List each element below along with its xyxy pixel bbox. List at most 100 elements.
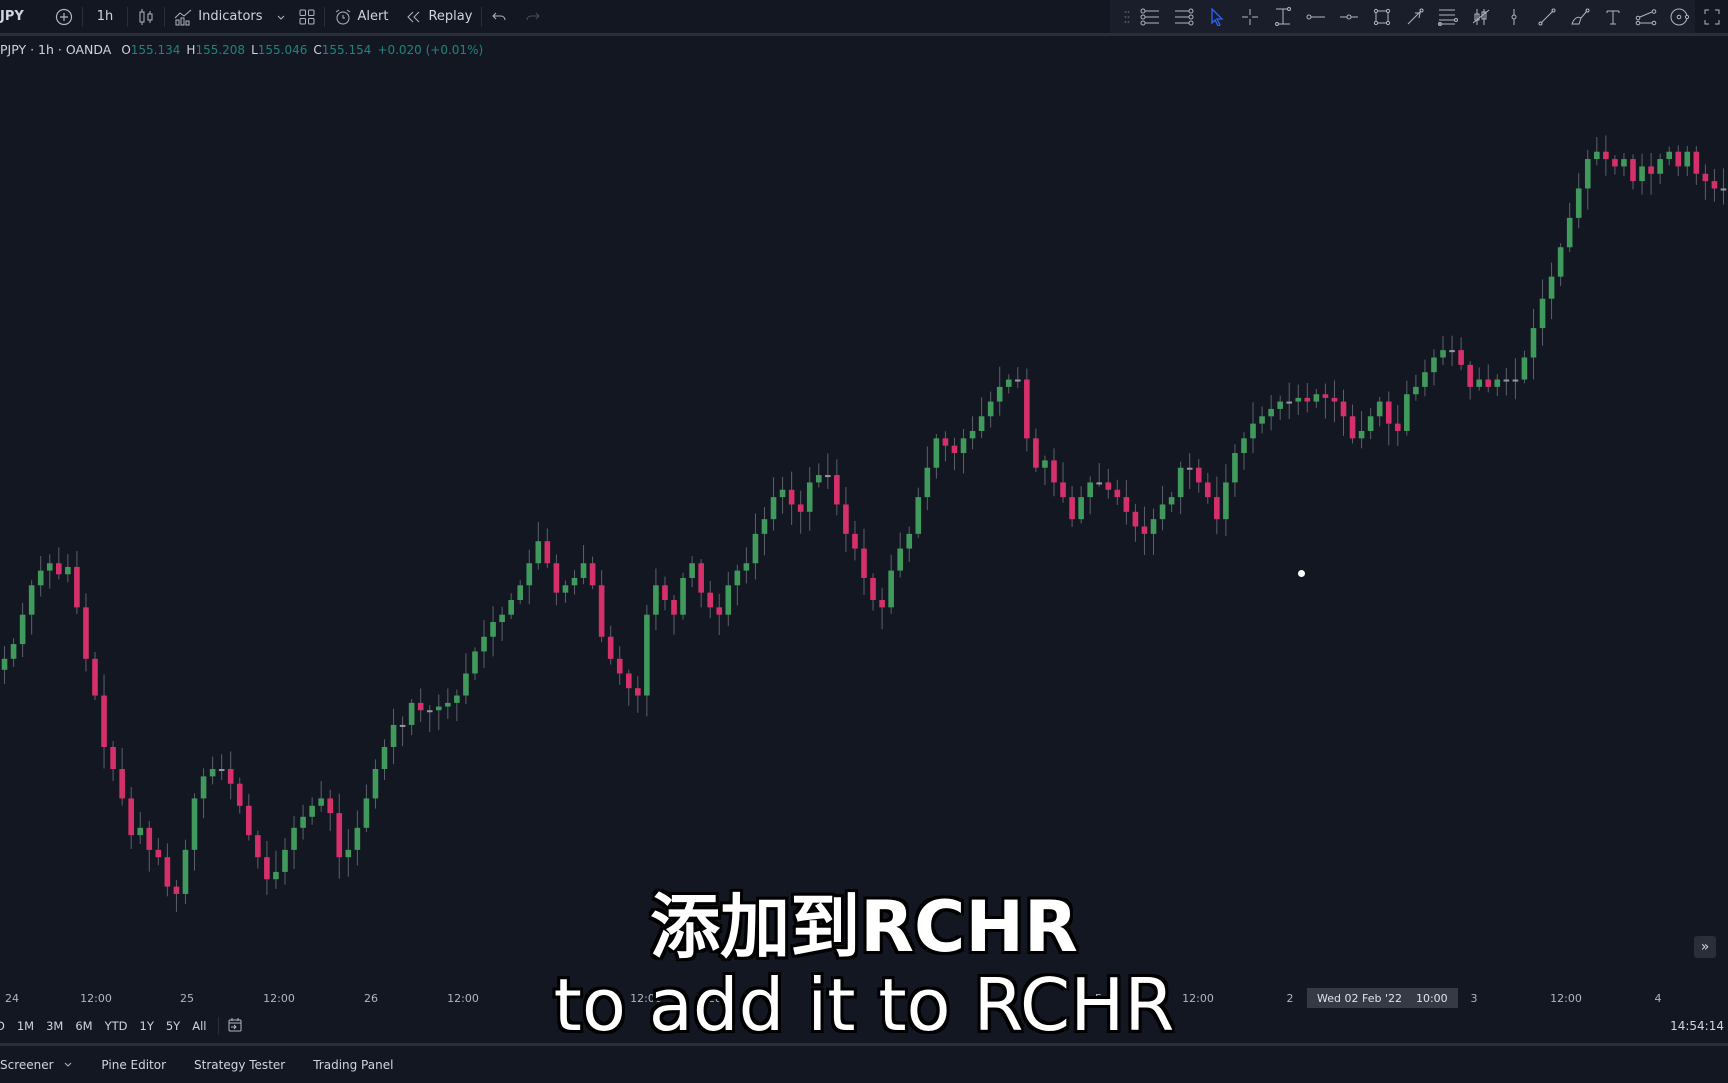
candle-body xyxy=(10,644,17,659)
candle-body xyxy=(1168,497,1175,505)
short-position-icon[interactable] xyxy=(1167,0,1200,33)
tab-trading-panel[interactable]: Trading Panel xyxy=(299,1058,407,1072)
candle-body xyxy=(1159,504,1166,520)
indicators-dropdown[interactable] xyxy=(272,0,290,33)
crosshair-icon[interactable] xyxy=(1233,0,1266,33)
compare-symbol-button[interactable] xyxy=(33,0,82,33)
candle-body xyxy=(779,489,786,498)
candle-body xyxy=(1277,401,1283,409)
candle-body xyxy=(273,871,279,880)
candle-body xyxy=(155,849,162,858)
indicators-button[interactable]: Indicators xyxy=(165,0,271,33)
candle-body xyxy=(607,636,614,659)
subtitle-chinese: 添加到RCHR xyxy=(650,886,1078,968)
candle-body xyxy=(1069,497,1075,520)
candle-body xyxy=(987,401,994,417)
brush-icon[interactable] xyxy=(1563,0,1596,33)
candle-body xyxy=(1367,416,1374,431)
tab-pine-editor[interactable]: Pine Editor xyxy=(87,1058,180,1072)
candle-body xyxy=(1232,453,1238,483)
candle-body xyxy=(463,673,469,696)
candle-body xyxy=(1096,482,1103,485)
rectangle-icon[interactable] xyxy=(1365,0,1398,33)
path-icon[interactable] xyxy=(1629,0,1662,33)
candle-body xyxy=(707,592,714,608)
replay-label: Replay xyxy=(428,9,473,24)
candle-body xyxy=(942,438,949,446)
candle-body xyxy=(19,614,26,645)
candle-body xyxy=(915,497,922,534)
candle-body xyxy=(969,430,976,439)
candle-body xyxy=(671,600,677,615)
candle-body xyxy=(1594,151,1600,160)
candle-body xyxy=(1223,482,1229,520)
circle-icon[interactable] xyxy=(1662,0,1695,33)
candle-body xyxy=(689,563,695,578)
candle-body xyxy=(137,827,144,836)
rewind-icon xyxy=(406,10,422,24)
symbol-search-button[interactable]: JPY xyxy=(0,0,33,33)
horizontal-ray-icon[interactable] xyxy=(1299,0,1332,33)
candle-body xyxy=(1422,372,1428,387)
candle-body xyxy=(236,783,243,806)
candle-body xyxy=(499,614,505,623)
candle-body xyxy=(960,438,967,454)
cursor-icon[interactable] xyxy=(1200,0,1233,33)
candle-body xyxy=(1720,188,1727,191)
candles-icon xyxy=(137,8,155,26)
alarm-clock-icon xyxy=(334,8,352,26)
candle-body xyxy=(1376,401,1383,417)
candle-body xyxy=(635,688,641,696)
candle-body xyxy=(888,570,894,608)
candle-body xyxy=(861,548,867,578)
candle-body xyxy=(227,769,234,784)
candle-body xyxy=(752,533,759,564)
candle-body xyxy=(209,769,216,777)
candle-body xyxy=(1539,298,1546,329)
candle-body xyxy=(1295,397,1302,402)
candle-body xyxy=(743,563,750,571)
interval-button[interactable]: 1h xyxy=(83,0,128,33)
candle-body xyxy=(1621,159,1627,167)
horizontal-line-icon[interactable] xyxy=(1332,0,1365,33)
candle-body xyxy=(526,563,533,586)
drawing-toolbar xyxy=(1110,0,1728,33)
candle-body xyxy=(390,724,397,747)
candlestick-chart[interactable] xyxy=(0,36,1728,986)
candle-body xyxy=(1684,151,1691,167)
arrow-icon[interactable] xyxy=(1398,0,1431,33)
candle-body xyxy=(761,519,768,534)
chart-type-button[interactable] xyxy=(128,0,164,33)
candle-body xyxy=(580,563,587,578)
redo-button[interactable] xyxy=(516,0,550,33)
candle-body xyxy=(1024,379,1030,439)
layouts-button[interactable] xyxy=(290,0,324,33)
candle-body xyxy=(879,600,885,608)
parallel-channel-icon[interactable] xyxy=(1431,0,1464,33)
vertical-line-icon[interactable] xyxy=(1497,0,1530,33)
long-position-icon[interactable] xyxy=(1134,0,1167,33)
trend-line-icon[interactable] xyxy=(1530,0,1563,33)
candle-body xyxy=(1014,379,1021,382)
candle-body xyxy=(906,533,913,549)
tab-screener[interactable]: Screener xyxy=(0,1058,87,1072)
undo-button[interactable] xyxy=(482,0,516,33)
fullscreen-icon[interactable] xyxy=(1695,0,1728,33)
candle-body xyxy=(897,548,903,571)
candle-body xyxy=(870,577,876,600)
drag-handle-icon[interactable] xyxy=(1120,0,1134,33)
bars-pattern-icon[interactable] xyxy=(1464,0,1497,33)
candle-body xyxy=(1467,364,1473,387)
candle-body xyxy=(1114,489,1121,498)
candle-body xyxy=(56,563,62,575)
price-range-icon[interactable] xyxy=(1266,0,1299,33)
candle-body xyxy=(616,658,623,674)
candle-body xyxy=(1657,159,1663,174)
text-icon[interactable] xyxy=(1596,0,1629,33)
candle-body xyxy=(309,805,315,817)
candle-body xyxy=(1503,379,1510,382)
tab-strategy-tester[interactable]: Strategy Tester xyxy=(180,1058,299,1072)
replay-button[interactable]: Replay xyxy=(397,0,481,33)
candle-body xyxy=(1648,166,1654,174)
alert-button[interactable]: Alert xyxy=(325,0,398,33)
